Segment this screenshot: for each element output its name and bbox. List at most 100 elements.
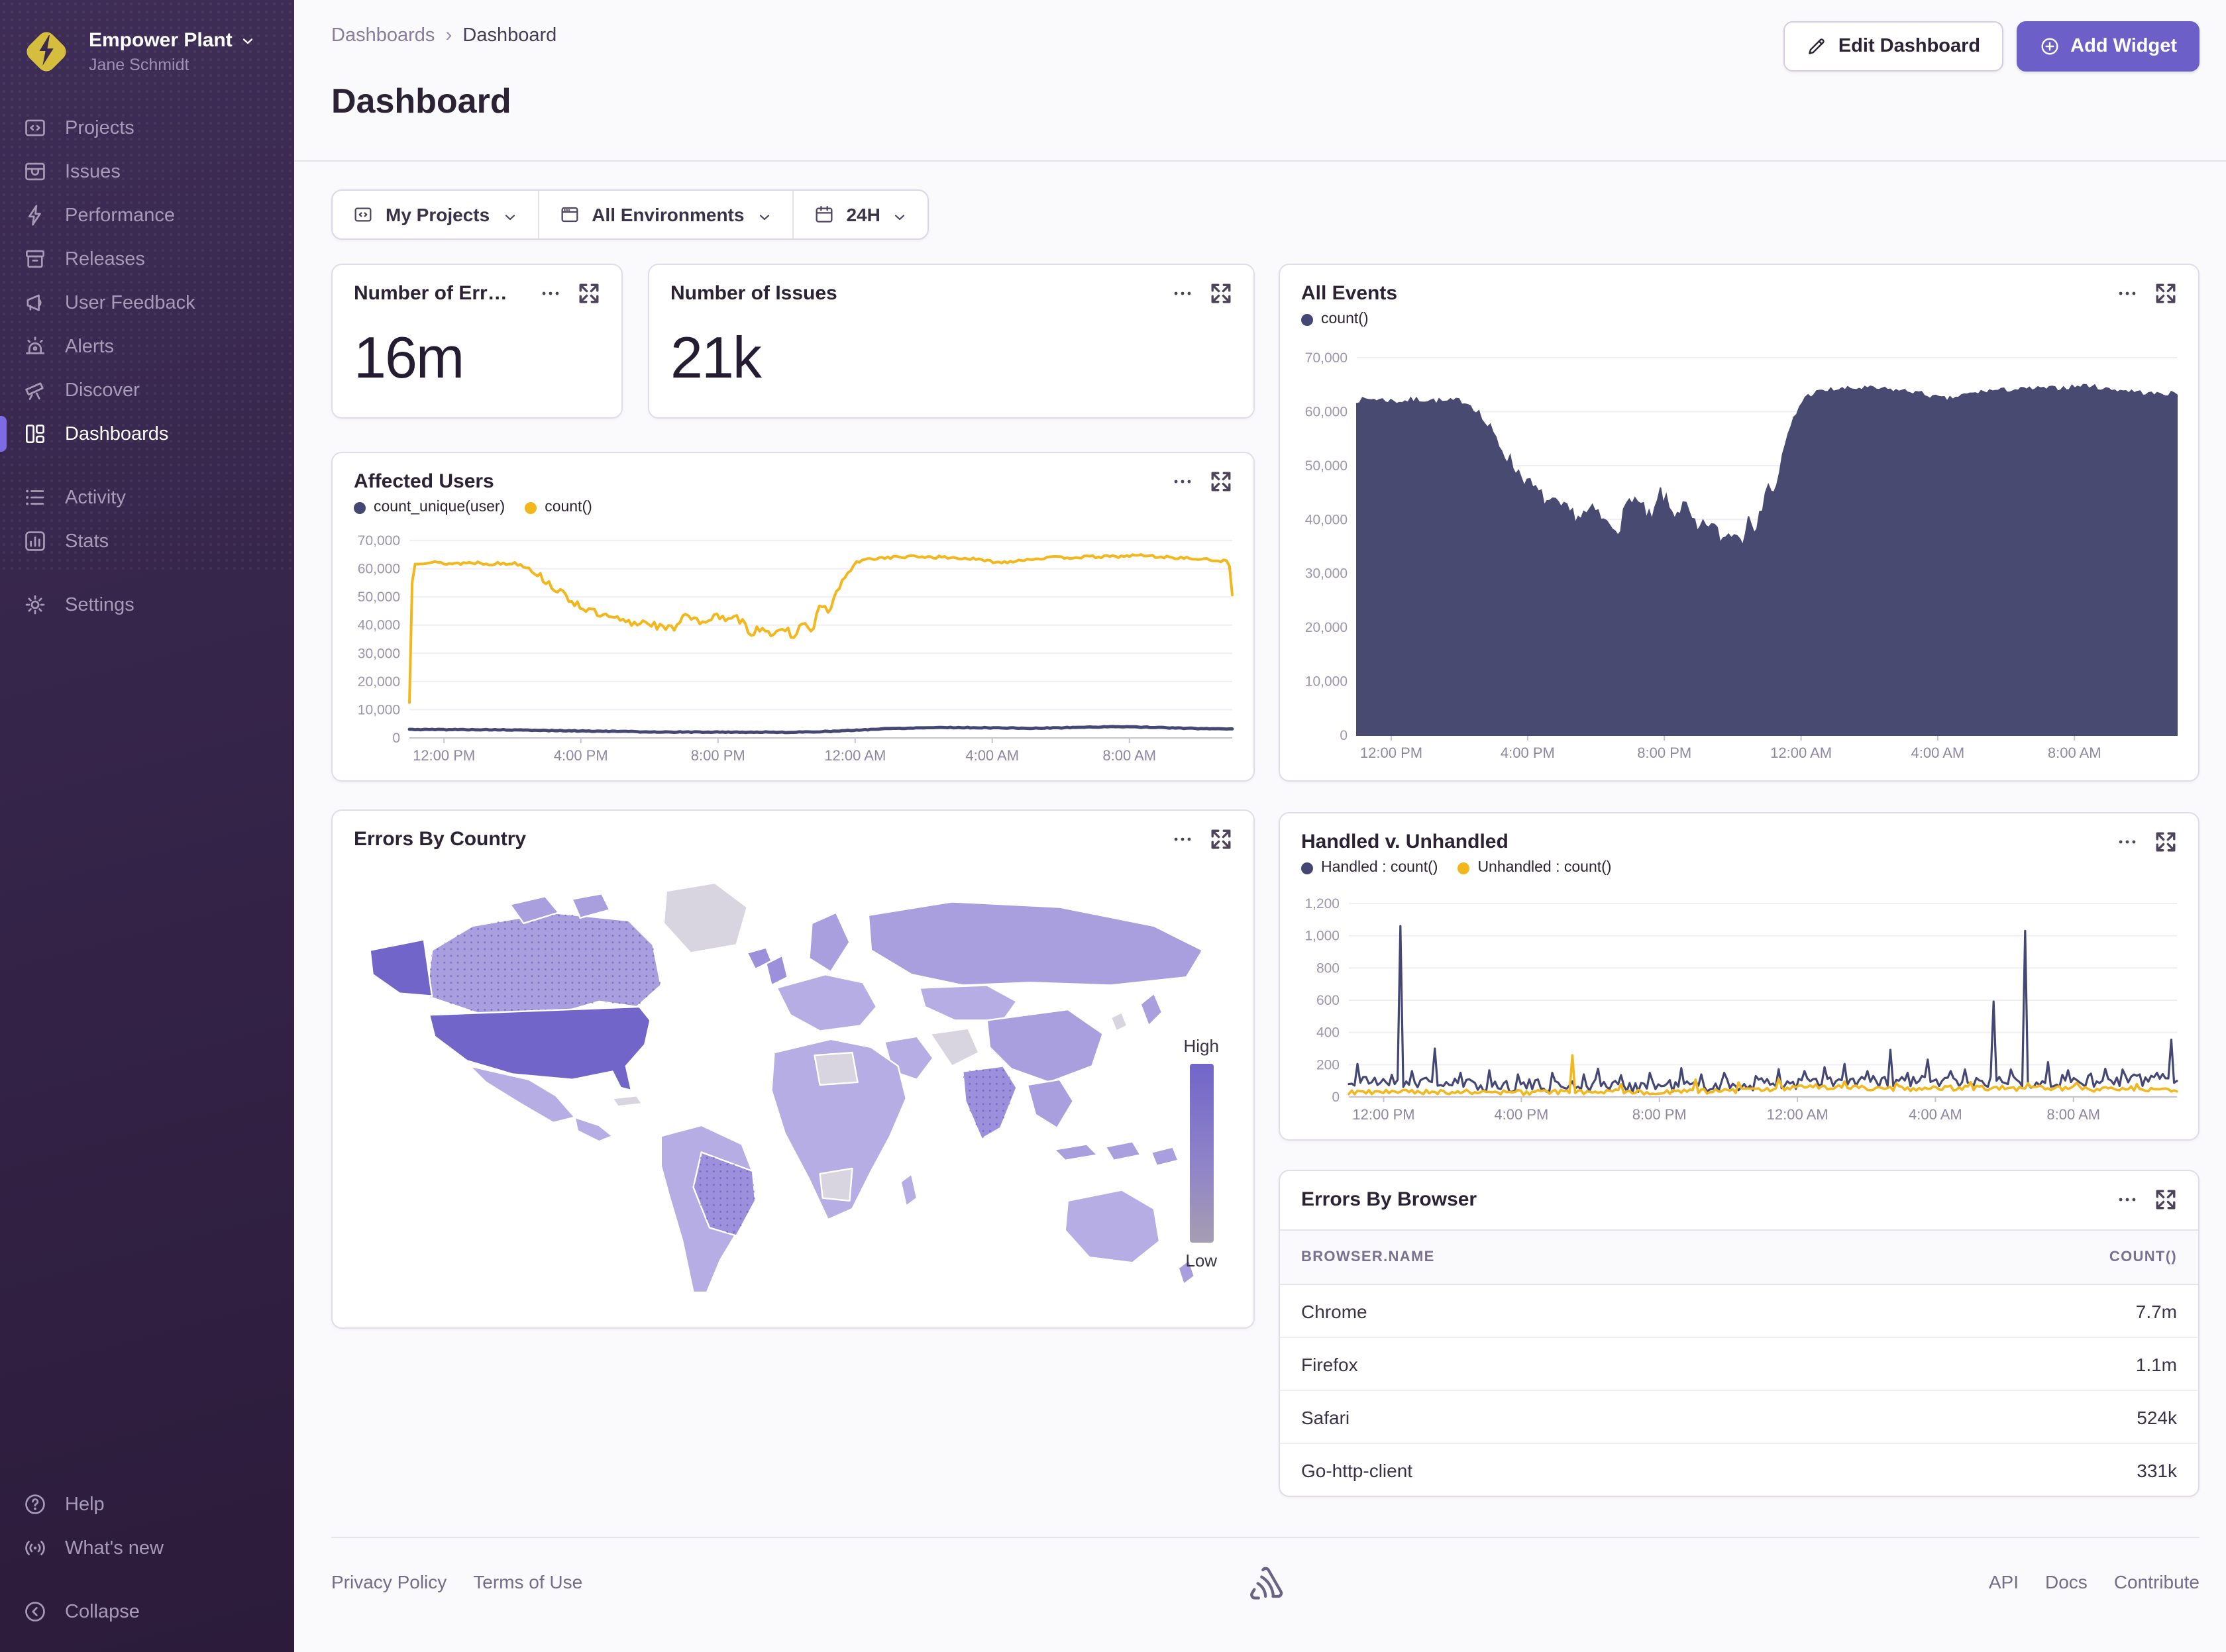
widget-menu-button[interactable] bbox=[2116, 831, 2139, 853]
footer-link-docs[interactable]: Docs bbox=[2045, 1571, 2088, 1592]
chevron-down-icon bbox=[756, 207, 772, 223]
sidebar-item-label: Discover bbox=[65, 380, 140, 401]
sidebar-item-dashboards[interactable]: Dashboards bbox=[0, 412, 294, 456]
breadcrumb-current: Dashboard bbox=[462, 25, 556, 46]
widget-menu-button[interactable] bbox=[1171, 828, 1194, 851]
sidebar-item-user-feedback[interactable]: User Feedback bbox=[0, 281, 294, 325]
breadcrumb-dashboards[interactable]: Dashboards bbox=[331, 25, 435, 46]
widget-menu-button[interactable] bbox=[1171, 282, 1194, 305]
dashboards-icon bbox=[23, 421, 48, 446]
column-count[interactable]: COUNT() bbox=[2109, 1249, 2177, 1265]
filter-bar: My ProjectsAll Environments24H bbox=[331, 189, 929, 240]
footer-link-terms-of-use[interactable]: Terms of Use bbox=[473, 1571, 582, 1592]
svg-text:4:00 AM: 4:00 AM bbox=[1911, 745, 1965, 761]
footer-link-contribute[interactable]: Contribute bbox=[2114, 1571, 2200, 1592]
sidebar-item-label: Dashboards bbox=[65, 423, 168, 444]
sidebar-item-stats[interactable]: Stats bbox=[0, 519, 294, 563]
sidebar-item-label: Alerts bbox=[65, 336, 114, 357]
sidebar-item-discover[interactable]: Discover bbox=[0, 368, 294, 412]
svg-text:50,000: 50,000 bbox=[1305, 458, 1348, 474]
filter-all-environments[interactable]: All Environments bbox=[537, 191, 792, 238]
org-logo bbox=[19, 24, 74, 79]
sidebar-item-releases[interactable]: Releases bbox=[0, 237, 294, 281]
legend-item[interactable]: Handled : count() bbox=[1301, 860, 1438, 876]
sidebar-item-label: Issues bbox=[65, 161, 121, 182]
legend-item[interactable]: count() bbox=[525, 499, 592, 515]
legend-item[interactable]: count_unique(user) bbox=[354, 499, 505, 515]
svg-text:1,000: 1,000 bbox=[1304, 929, 1340, 944]
widget-menu-button[interactable] bbox=[539, 282, 562, 305]
sidebar-item-issues[interactable]: Issues bbox=[0, 150, 294, 193]
widget-expand-button[interactable] bbox=[2154, 831, 2177, 853]
widget-menu-button[interactable] bbox=[2116, 1188, 2139, 1211]
widget-title: Errors By Browser bbox=[1301, 1188, 1477, 1211]
map-legend-high: High bbox=[1184, 1036, 1220, 1056]
svg-text:12:00 AM: 12:00 AM bbox=[1770, 745, 1832, 761]
edit-dashboard-button[interactable]: Edit Dashboard bbox=[1784, 21, 2003, 72]
svg-text:400: 400 bbox=[1316, 1025, 1340, 1041]
svg-text:8:00 PM: 8:00 PM bbox=[1637, 745, 1691, 761]
svg-text:200: 200 bbox=[1316, 1057, 1340, 1072]
svg-text:8:00 PM: 8:00 PM bbox=[691, 747, 745, 764]
plus-circle-icon bbox=[2039, 36, 2060, 57]
widget-menu-button[interactable] bbox=[2116, 282, 2139, 305]
widget-errors-by-country: Errors By Country bbox=[331, 809, 1255, 1329]
table-row: Go-http-client331k bbox=[1280, 1444, 2198, 1497]
sidebar-item-projects[interactable]: Projects bbox=[0, 106, 294, 150]
svg-text:12:00 PM: 12:00 PM bbox=[413, 747, 475, 764]
sidebar-item-alerts[interactable]: Alerts bbox=[0, 325, 294, 368]
table-row: Safari524k bbox=[1280, 1391, 2198, 1444]
widget-expand-button[interactable] bbox=[578, 282, 600, 305]
svg-text:30,000: 30,000 bbox=[358, 646, 400, 661]
svg-text:8:00 PM: 8:00 PM bbox=[1632, 1106, 1687, 1123]
widget-title: Number of Err… bbox=[354, 282, 507, 305]
legend-item[interactable]: count() bbox=[1301, 311, 1369, 327]
sidebar: Empower Plant Jane Schmidt Projects Issue… bbox=[0, 0, 294, 1652]
legend-item[interactable]: Unhandled : count() bbox=[1458, 860, 1611, 876]
svg-text:8:00 AM: 8:00 AM bbox=[1102, 747, 1156, 764]
sidebar-item-what-s-new[interactable]: What's new bbox=[0, 1526, 294, 1570]
org-switcher[interactable]: Empower Plant Jane Schmidt bbox=[0, 19, 294, 106]
sidebar-item-performance[interactable]: Performance bbox=[0, 193, 294, 237]
svg-text:4:00 PM: 4:00 PM bbox=[1494, 1106, 1548, 1123]
widget-title: Affected Users bbox=[354, 470, 494, 493]
sidebar-item-collapse[interactable]: Collapse bbox=[0, 1590, 294, 1633]
sidebar-nav-footer: HelpWhat's new Collapse bbox=[0, 1482, 294, 1633]
footer-links-right: API Docs Contribute bbox=[1989, 1571, 2200, 1592]
settings-icon bbox=[23, 592, 48, 617]
sentry-logo bbox=[1246, 1563, 1285, 1600]
widget-expand-button[interactable] bbox=[2154, 282, 2177, 305]
browser-count: 524k bbox=[2137, 1406, 2177, 1427]
widget-number-of-issues: Number of Issues 21k bbox=[648, 264, 1255, 419]
chart-legend: count_unique(user) count() bbox=[333, 493, 1253, 515]
table-row: Firefox1.1m bbox=[1280, 1338, 2198, 1391]
sidebar-item-activity[interactable]: Activity bbox=[0, 476, 294, 519]
widget-expand-button[interactable] bbox=[1210, 828, 1232, 851]
widget-expand-button[interactable] bbox=[1210, 282, 1232, 305]
column-browser-name[interactable]: BROWSER.NAME bbox=[1301, 1249, 1435, 1265]
svg-text:20,000: 20,000 bbox=[358, 674, 400, 690]
filter-24h[interactable]: 24H bbox=[792, 191, 928, 238]
header-divider bbox=[294, 160, 2226, 162]
legend-dot bbox=[1301, 862, 1313, 874]
widget-expand-button[interactable] bbox=[2154, 1188, 2177, 1211]
widget-title: Errors By Country bbox=[354, 828, 526, 851]
footer-link-api[interactable]: API bbox=[1989, 1571, 2019, 1592]
footer-link-privacy-policy[interactable]: Privacy Policy bbox=[331, 1571, 447, 1592]
pencil-icon bbox=[1807, 36, 1828, 57]
world-map bbox=[348, 864, 1238, 1314]
add-widget-button[interactable]: Add Widget bbox=[2016, 21, 2200, 72]
svg-text:4:00 AM: 4:00 AM bbox=[965, 747, 1019, 764]
widget-expand-button[interactable] bbox=[1210, 470, 1232, 493]
filter-my-projects[interactable]: My Projects bbox=[333, 191, 537, 238]
page-footer: Privacy Policy Terms of Use API Docs Contri… bbox=[331, 1537, 2200, 1624]
activity-icon bbox=[23, 485, 48, 510]
sidebar-nav-secondary: ActivityStats bbox=[0, 476, 294, 563]
svg-text:10,000: 10,000 bbox=[358, 702, 400, 717]
sidebar-item-settings[interactable]: Settings bbox=[0, 583, 294, 627]
sidebar-item-label: Collapse bbox=[65, 1601, 140, 1622]
svg-text:0: 0 bbox=[1340, 728, 1348, 743]
map-legend-gradient bbox=[1189, 1064, 1213, 1243]
widget-menu-button[interactable] bbox=[1171, 470, 1194, 493]
sidebar-item-help[interactable]: Help bbox=[0, 1482, 294, 1526]
